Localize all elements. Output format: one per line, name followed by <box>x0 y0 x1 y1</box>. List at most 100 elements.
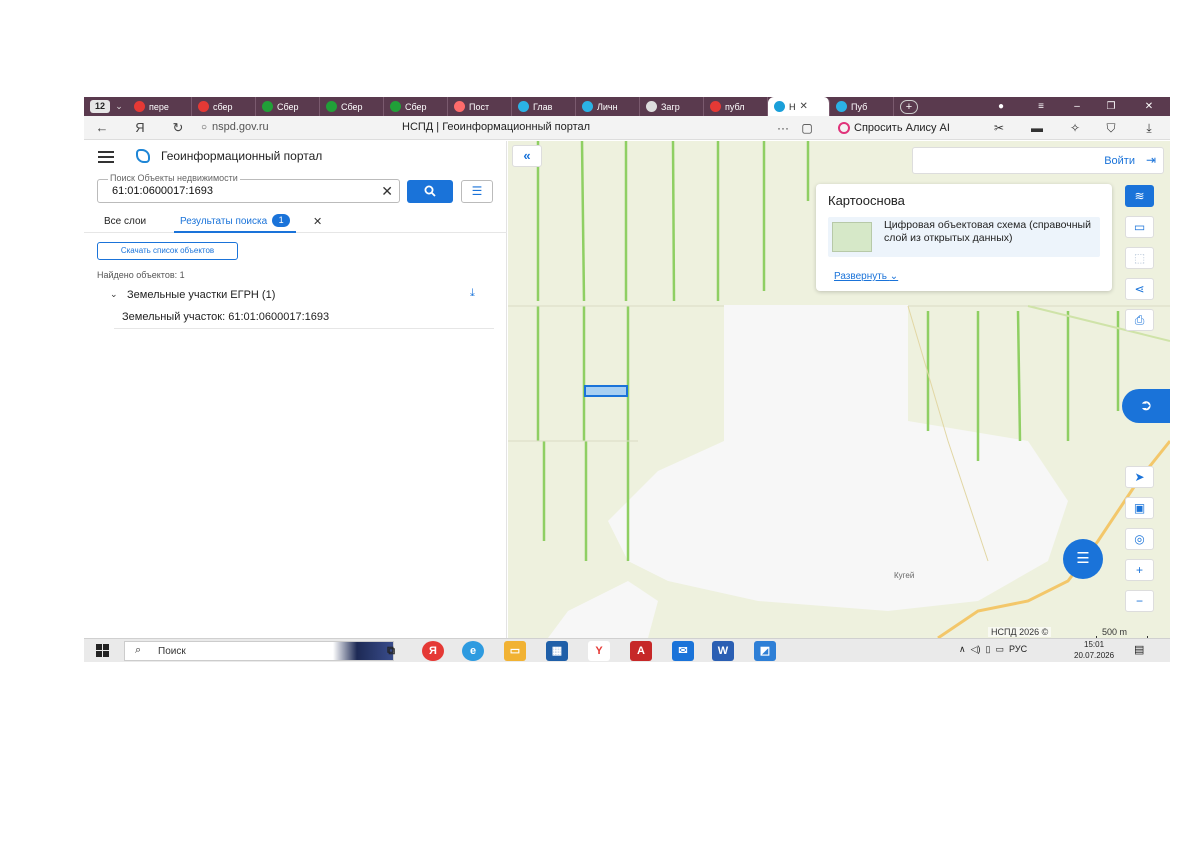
taskbar-search-box[interactable]: ⌕ Поиск <box>124 641 394 661</box>
edge-icon[interactable]: e <box>462 641 484 661</box>
panel-tabs: Все слои Результаты поиска 1 ✕ <box>84 209 507 233</box>
language-indicator[interactable]: РУС <box>1009 644 1027 654</box>
search-field[interactable]: Поиск Объекты недвижимости 61:01:0600017… <box>97 173 400 203</box>
basemap-thumbnail <box>832 222 872 252</box>
close-results-icon[interactable]: ✕ <box>313 215 322 228</box>
tab-favicon-icon <box>454 101 465 112</box>
left-panel: Геоинформационный портал Поиск Объекты н… <box>84 141 507 638</box>
shirt-icon[interactable]: ⛉ <box>1102 119 1120 137</box>
notifications-icon[interactable]: ▤ <box>1134 643 1148 657</box>
store-icon[interactable]: ▦ <box>546 641 568 661</box>
tab-menu-icon[interactable]: ≡ <box>1024 97 1058 116</box>
url-field[interactable]: nspd.gov.ru <box>212 121 269 133</box>
login-icon[interactable]: ⇥ <box>1146 153 1156 167</box>
extensions-puzzle-icon[interactable]: ✧ <box>1066 119 1084 137</box>
zoom-out-button[interactable]: − <box>1125 590 1154 612</box>
group-download-icon[interactable]: ⤓ <box>470 287 475 300</box>
share-tool-button[interactable]: ⋖ <box>1125 278 1154 300</box>
ruler-tool-button[interactable]: ▭ <box>1125 216 1154 238</box>
new-tab-button[interactable]: + <box>900 99 918 114</box>
clock-time[interactable]: 15:01 <box>1084 640 1104 649</box>
browser-tab[interactable]: Пост <box>448 97 512 116</box>
bookmark-icon[interactable]: ▢ <box>798 119 816 137</box>
chat-button[interactable]: ☰ <box>1054 539 1116 579</box>
clear-search-icon[interactable]: ✕ <box>381 183 393 200</box>
zoom-in-button[interactable]: + <box>1125 559 1154 581</box>
menu-icon[interactable] <box>98 151 114 163</box>
system-tray[interactable]: ∧ ◁) ▯ ▭ РУС <box>959 644 1027 655</box>
profile-icon[interactable]: ● <box>984 97 1018 116</box>
browser-tab[interactable]: Глав <box>512 97 576 116</box>
tab-favicon-icon <box>646 101 657 112</box>
document-icon[interactable]: W <box>712 641 734 661</box>
search-button[interactable] <box>407 180 453 203</box>
yandex-icon[interactable]: Y <box>588 641 610 661</box>
task-view-icon[interactable]: ⧉ <box>380 641 402 661</box>
tab-search-results[interactable]: Результаты поиска 1 <box>174 209 297 233</box>
print-tool-button[interactable]: ⎙ <box>1125 309 1154 331</box>
login-link[interactable]: Войти <box>1104 155 1135 167</box>
search-input[interactable]: 61:01:0600017:1693 <box>112 185 213 197</box>
site-info-icon[interactable]: ○ <box>194 118 214 138</box>
browser-tab[interactable]: Пуб <box>830 97 894 116</box>
tab-count-badge[interactable]: 12 <box>90 100 110 113</box>
chat-icon: ☰ <box>1063 539 1103 579</box>
tab-favicon-icon <box>836 101 847 112</box>
restore-button[interactable]: ❐ <box>1094 97 1128 116</box>
select-area-tool-button[interactable]: ⬚ <box>1125 247 1154 269</box>
tab-favicon-icon <box>582 101 593 112</box>
file-explorer-icon[interactable]: ▭ <box>504 641 526 661</box>
browser-tab[interactable]: публ <box>704 97 768 116</box>
more-options-icon[interactable]: ··· <box>774 119 792 137</box>
result-list-item[interactable]: Земельный участок: 61:01:0600017:1693 <box>114 307 494 329</box>
ask-alice-button[interactable]: Спросить Алису AI <box>832 119 956 137</box>
browser-tab-label: Загр <box>661 101 680 112</box>
reload-button[interactable]: ↻ <box>168 118 188 138</box>
minimize-button[interactable]: – <box>1060 97 1094 116</box>
browser-tab[interactable]: Личн <box>576 97 640 116</box>
battery-icon[interactable]: ▯ <box>986 644 991 654</box>
tab-all-layers[interactable]: Все слои <box>104 216 146 227</box>
browser-tab[interactable]: Сбер <box>256 97 320 116</box>
pdf-reader-icon[interactable]: A <box>630 641 652 661</box>
search-icon: ⌕ <box>135 644 142 656</box>
browser-tab[interactable]: Н ✕ <box>768 97 830 116</box>
browser-tab[interactable]: Сбер <box>384 97 448 116</box>
mail-icon[interactable]: ✉ <box>672 641 694 661</box>
tab-list-chevron-icon[interactable]: ⌄ <box>110 101 128 112</box>
geolocate-button[interactable]: ➤ <box>1125 466 1154 488</box>
browser-tab[interactable]: Сбер <box>320 97 384 116</box>
back-button[interactable]: ← <box>92 118 112 138</box>
tray-chevron-icon[interactable]: ∧ <box>959 644 966 654</box>
page-title: НСПД | Геоинформационный портал <box>402 121 591 133</box>
clock-date[interactable]: 20.07.2026 <box>1074 651 1114 660</box>
download-list-button[interactable]: Скачать список объектов <box>97 242 238 260</box>
basemap-option[interactable]: Цифровая объектовая схема (справочный сл… <box>828 217 1100 257</box>
close-tab-icon[interactable]: ✕ <box>800 101 808 112</box>
windows-start-icon[interactable] <box>96 644 110 658</box>
map-view[interactable]: « Войти ⇥ Картооснова Цифровая объектова… <box>508 141 1170 638</box>
side-panel-toggle-button[interactable]: ➲ <box>1122 389 1170 423</box>
yandex-home-icon[interactable]: Я <box>130 118 150 138</box>
extension-icon[interactable]: ✂ <box>990 119 1008 137</box>
browser-tab[interactable]: пере <box>128 97 192 116</box>
result-group-header[interactable]: Земельные участки ЕГРН (1) <box>127 289 275 301</box>
browser-tab[interactable]: Загр <box>640 97 704 116</box>
volume-icon[interactable]: ◁) <box>971 644 981 654</box>
collapse-chevron-icon[interactable]: ⌄ <box>110 289 118 300</box>
collapse-panel-button[interactable]: « <box>512 145 542 167</box>
location-pin-button[interactable]: ◎ <box>1125 528 1154 550</box>
minimap-button[interactable]: ▣ <box>1125 497 1154 519</box>
collections-icon[interactable]: ▬ <box>1028 119 1046 137</box>
layers-tool-button[interactable]: ≋ <box>1125 185 1154 207</box>
expand-link[interactable]: Развернуть ⌄ <box>834 271 898 282</box>
yandex-browser-icon[interactable]: Я <box>422 641 444 661</box>
tab-favicon-icon <box>518 101 529 112</box>
network-icon[interactable]: ▭ <box>996 644 1005 654</box>
browser-tab[interactable]: сбер <box>192 97 256 116</box>
portal-logo-icon <box>136 149 150 163</box>
close-window-button[interactable]: ✕ <box>1132 97 1166 116</box>
filter-button[interactable]: ☰ <box>461 180 493 203</box>
photos-icon[interactable]: ◩ <box>754 641 776 661</box>
downloads-icon[interactable]: ⤓ <box>1140 119 1158 137</box>
